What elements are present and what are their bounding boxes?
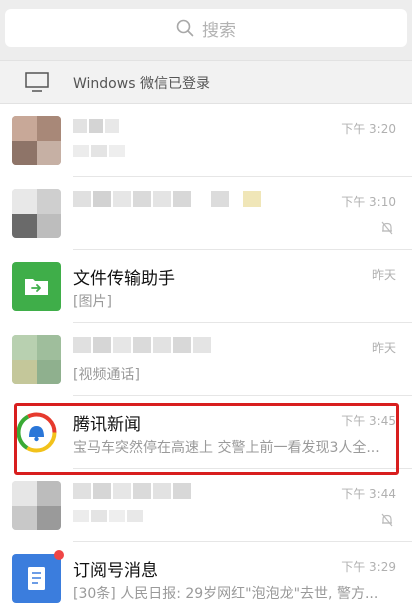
desktop-login-text: Windows 微信已登录 [73,76,210,92]
chat-name: 订阅号消息 [73,561,158,581]
chat-time: 昨天 [371,268,396,282]
chat-time: 下午 3:10 [341,195,396,209]
chat-item[interactable]: 下午 3:10 [0,177,412,250]
avatar [12,335,61,384]
chat-time: 昨天 [371,341,396,355]
document-icon [28,567,45,590]
avatar [12,116,61,165]
search-input[interactable]: 搜索 [5,9,407,47]
mute-bell-icon [381,513,393,527]
avatar [12,481,61,530]
mute-bell-icon [381,221,393,235]
search-placeholder: 搜索 [202,20,236,41]
chat-preview-blurred [73,145,393,161]
search-bar: 搜索 [0,0,412,60]
folder-arrow-icon [25,279,48,295]
chat-item-file-transfer[interactable]: 文件传输助手 [图片] 昨天 [0,250,412,323]
chat-preview: 宝马车突然停在高速上 交警上前一看发现3人全... [73,440,380,456]
chat-name: 腾讯新闻 [73,415,141,435]
chat-item-tencent-news[interactable]: 腾讯新闻 宝马车突然停在高速上 交警上前一看发现3人全... 下午 3:45 [0,396,412,469]
chat-item-subscriptions[interactable]: 订阅号消息 [30条] 人民日报: 29岁网红"泡泡龙"去世, 警方... 下午… [0,542,412,615]
chat-preview: [图片] [73,294,112,310]
avatar [12,189,61,238]
chat-item[interactable]: 下午 3:20 [0,104,412,177]
chat-time: 下午 3:20 [341,122,396,136]
chat-time: 下午 3:29 [341,560,396,574]
chat-item[interactable]: 下午 3:44 [0,469,412,542]
avatar [12,262,61,311]
unread-dot [54,550,64,560]
chat-preview-blurred [73,510,393,526]
tencent-news-logo-icon [16,412,57,453]
search-icon [176,19,194,37]
chat-preview: [视频通话] [73,367,140,383]
chat-name: 文件传输助手 [73,269,175,289]
chat-time: 下午 3:44 [341,487,396,501]
chat-preview: [30条] 人民日报: 29岁网红"泡泡龙"去世, 警方... [73,586,379,602]
chat-name-blurred [73,118,119,138]
chat-list: 下午 3:20 下午 3:10 文件传输助手 [图片] 昨天 [视频通话] 昨天… [0,104,412,615]
avatar [12,408,61,457]
chat-item[interactable]: [视频通话] 昨天 [0,323,412,396]
chat-name-blurred [73,337,211,358]
avatar [12,554,61,603]
chat-time: 下午 3:45 [341,414,396,428]
chat-name-blurred [73,483,191,504]
chat-name-blurred [73,191,261,212]
monitor-icon [25,72,49,92]
desktop-login-banner[interactable]: Windows 微信已登录 [0,60,412,104]
